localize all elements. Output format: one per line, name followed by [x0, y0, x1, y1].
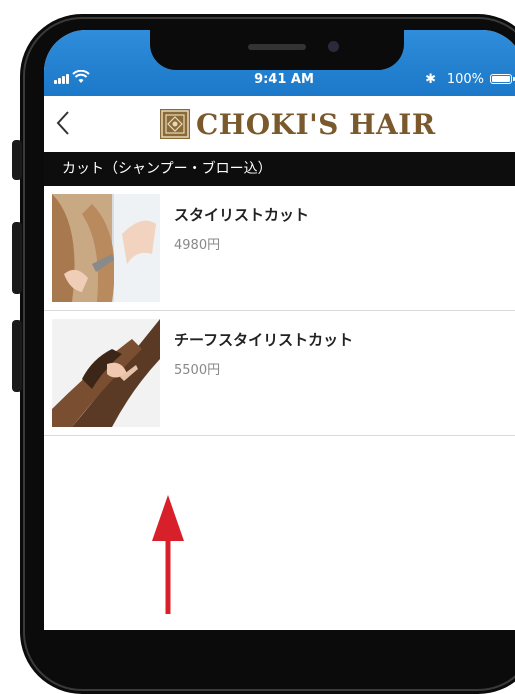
item-price: 4980円: [174, 238, 221, 253]
notch: [150, 30, 404, 70]
chevron-left-icon[interactable]: [54, 110, 74, 136]
item-name: チーフスタイリストカット: [174, 331, 354, 349]
battery-percentage: 100%: [446, 72, 484, 87]
brand-logo: CHOKI'S HAIR: [160, 106, 436, 142]
bluetooth-icon: ✱: [425, 72, 436, 87]
volume-down-button: [12, 320, 22, 392]
navigation-bar: CHOKI'S HAIR: [44, 96, 515, 152]
volume-up-button: [12, 222, 22, 294]
app-screen: 9:41 AM ✱ 100% CHOKI'S HAIR カット（シャンプー・ブロ…: [44, 30, 515, 630]
front-camera: [328, 41, 339, 52]
status-bar: 9:41 AM ✱ 100%: [44, 70, 515, 92]
arrow-up-icon: [152, 495, 184, 614]
speaker-grille: [248, 44, 306, 50]
item-price: 5500円: [174, 363, 221, 378]
battery-icon: [490, 74, 512, 84]
mute-switch: [12, 140, 22, 180]
status-time: 9:41 AM: [254, 72, 314, 87]
item-name: スタイリストカット: [174, 206, 310, 224]
list-item[interactable]: チーフスタイリストカット 5500円: [44, 311, 515, 436]
list-item[interactable]: スタイリストカット 4980円: [44, 186, 515, 311]
logo-emblem-icon: [160, 109, 190, 139]
logo-text: CHOKI'S HAIR: [196, 107, 436, 141]
section-header: カット（シャンプー・ブロー込）: [44, 152, 515, 186]
haircut-photo: [52, 319, 160, 427]
haircut-photo: [52, 194, 160, 302]
